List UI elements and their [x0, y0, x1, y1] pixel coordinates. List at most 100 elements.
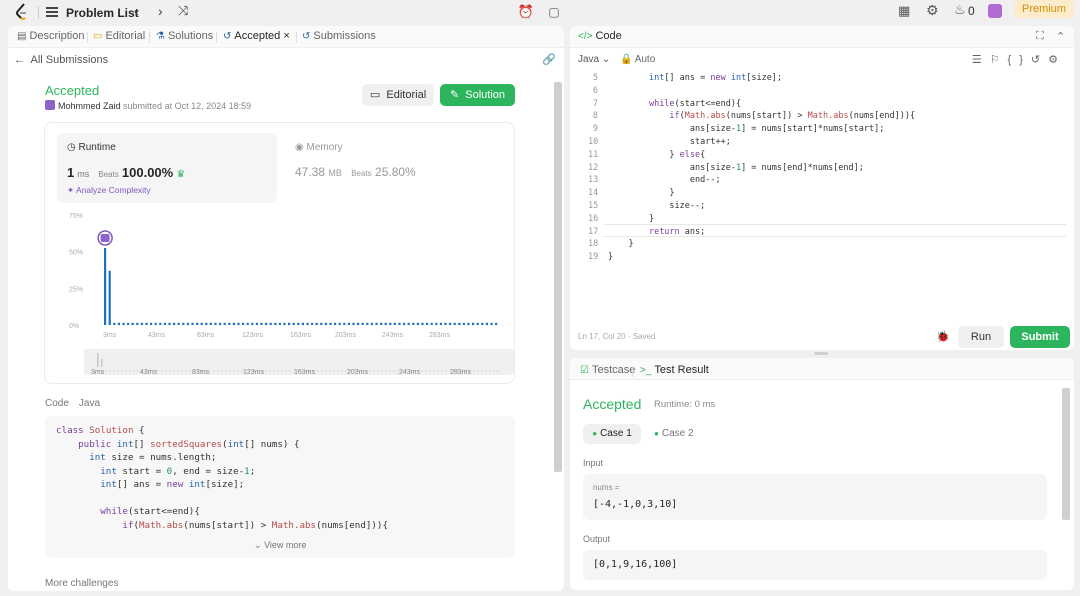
- note-icon[interactable]: ▢: [544, 2, 564, 22]
- code-editor[interactable]: 5 6 7 8 9 10 11 12 13 14 15 16 17 18 19 int[] ans = ne…: [570, 70, 1074, 332]
- settings-icon[interactable]: ⚙: [1048, 54, 1066, 66]
- histogram-bar: [265, 322, 268, 325]
- maximize-icon[interactable]: ⛶: [1036, 30, 1044, 43]
- bookmark-icon[interactable]: ⚐: [990, 54, 1008, 66]
- language-select[interactable]: Java ⌄: [578, 54, 610, 65]
- line-numbers: 5 6 7 8 9 10 11 12 13 14 15 16 17 18 19: [588, 73, 599, 263]
- arrow-left-icon: ←: [14, 54, 25, 66]
- histogram-bar: [173, 322, 176, 325]
- premium-button[interactable]: Premium: [1014, 0, 1074, 18]
- code-icon: </>: [578, 31, 593, 42]
- tab-submissions[interactable]: ↺ Submissions: [302, 30, 376, 42]
- lock-icon: 🔒: [620, 54, 633, 65]
- histogram-bar: [283, 322, 286, 325]
- y-tick-label: 0%: [69, 323, 79, 330]
- debug-icon[interactable]: 🐞: [936, 330, 950, 343]
- more-challenges-heading: More challenges: [45, 578, 119, 589]
- histogram-bar: [177, 322, 180, 325]
- link-icon[interactable]: 🔗: [542, 53, 556, 66]
- runtime-distribution-chart[interactable]: 75% 50% 25% 0% 3ms 43ms 83ms 123ms 163ms 203ms 243…: [45, 123, 516, 385]
- histogram-bar: [127, 322, 130, 325]
- histogram-bar: [182, 322, 185, 325]
- fire-icon[interactable]: ♨: [954, 2, 966, 18]
- histogram-bar: [370, 322, 373, 325]
- code-text[interactable]: int[] ans = new int[size]; while(start<=…: [608, 72, 915, 264]
- back-to-submissions[interactable]: ← All Submissions: [14, 54, 108, 66]
- chevron-right-icon[interactable]: ›: [158, 3, 163, 19]
- scrollbar[interactable]: [1062, 388, 1070, 520]
- auto-label: Auto: [634, 54, 656, 65]
- histogram-bar: [145, 322, 148, 325]
- more-icon[interactable]: ⌃: [1056, 30, 1065, 43]
- alarm-clock-icon[interactable]: ⏰: [516, 2, 536, 22]
- reset-icon[interactable]: ↺: [1031, 54, 1048, 66]
- code-label: Code: [45, 398, 69, 409]
- submit-button[interactable]: Submit: [1010, 326, 1070, 348]
- shuffle-icon[interactable]: ⤨: [178, 3, 188, 19]
- code-section-label: Code Java: [45, 398, 100, 409]
- user-name[interactable]: Mohmmed Zaid: [58, 101, 121, 111]
- view-more-button[interactable]: ⌄ View more: [254, 540, 306, 551]
- histogram-bar: [131, 322, 134, 325]
- tab-label: Testcase: [591, 364, 636, 376]
- list-icon[interactable]: [46, 7, 58, 17]
- histogram-bar: [393, 322, 396, 325]
- histogram-bar: [242, 322, 245, 325]
- tab-solutions[interactable]: ⚗ Solutions: [156, 30, 213, 42]
- code-language: Java: [78, 398, 101, 409]
- avatar[interactable]: [988, 4, 1002, 18]
- histogram-bar: [292, 322, 295, 325]
- histogram-bar: [430, 322, 433, 325]
- tab-testcase[interactable]: ☑ Testcase: [580, 364, 635, 376]
- histogram-bar: [343, 322, 346, 325]
- histogram-bar: [366, 322, 369, 325]
- tab-description[interactable]: ▤ Description: [17, 30, 84, 42]
- problem-list-link[interactable]: Problem List: [66, 6, 139, 20]
- scrollbar[interactable]: [554, 82, 562, 472]
- grid-icon[interactable]: ▦: [898, 3, 910, 19]
- histogram-bar: [301, 322, 304, 325]
- gear-icon[interactable]: ⚙: [926, 2, 939, 19]
- run-button[interactable]: Run: [958, 326, 1004, 348]
- histogram-bar: [219, 322, 222, 325]
- editorial-button[interactable]: ▭ Editorial: [362, 84, 434, 106]
- histogram-bar: [444, 322, 447, 325]
- tab-accepted[interactable]: ↺ Accepted ×: [223, 30, 290, 42]
- chevron-left-icon[interactable]: ‹: [134, 3, 139, 19]
- braces-icon[interactable]: {}: [1008, 54, 1031, 66]
- submitter-info: Mohmmed Zaid submitted at Oct 12, 2024 1…: [45, 100, 251, 111]
- histogram-bar: [472, 322, 475, 325]
- brush-tick-label: 283ms: [450, 369, 472, 376]
- histogram-bar: [136, 322, 139, 325]
- code-toolbar: Java ⌄ 🔒 Auto ☰⚐{}↺⚙: [570, 52, 1074, 70]
- tab-editorial[interactable]: ▭ Editorial: [93, 30, 145, 42]
- histogram-bar: [274, 322, 277, 325]
- test-result-panel: ☑ Testcase >_ Test Result Accepted Runtime…: [570, 358, 1074, 590]
- tab-label: Editorial: [105, 30, 146, 42]
- result-runtime: Runtime: 0 ms: [654, 399, 716, 410]
- view-more-label: View more: [264, 540, 307, 550]
- auto-mode[interactable]: 🔒 Auto: [620, 54, 655, 65]
- case-1-tab[interactable]: ● Case 1: [583, 424, 641, 444]
- brush-mini-bar: [101, 359, 103, 367]
- x-tick-label: 43ms: [148, 332, 166, 339]
- solution-button[interactable]: ✎ Solution: [440, 84, 515, 106]
- histogram-bar: [338, 322, 341, 325]
- checkbox-icon: ☑: [580, 365, 589, 376]
- button-label: Solution: [465, 89, 506, 101]
- tab-code[interactable]: </> Code: [578, 30, 622, 42]
- x-tick-label: 83ms: [197, 332, 215, 339]
- histogram-bar: [269, 322, 272, 325]
- panel-resize-handle[interactable]: [814, 352, 828, 355]
- case-2-tab[interactable]: ● Case 2: [654, 428, 694, 439]
- left-tab-bar: ▤ Description ▭ Editorial ⚗ Solutions ↺ Acce…: [8, 26, 564, 48]
- histogram-bar: [435, 322, 438, 325]
- format-icon[interactable]: ☰: [972, 54, 990, 66]
- histogram-bar: [163, 322, 166, 325]
- submitted-code-text: class Solution { public int[] sortedSqua…: [56, 425, 388, 531]
- tab-test-result[interactable]: >_ Test Result: [640, 364, 709, 376]
- button-label: Editorial: [386, 89, 427, 101]
- close-icon[interactable]: ×: [283, 30, 289, 42]
- histogram-bar: [481, 322, 484, 325]
- leetcode-logo-icon[interactable]: [12, 2, 32, 22]
